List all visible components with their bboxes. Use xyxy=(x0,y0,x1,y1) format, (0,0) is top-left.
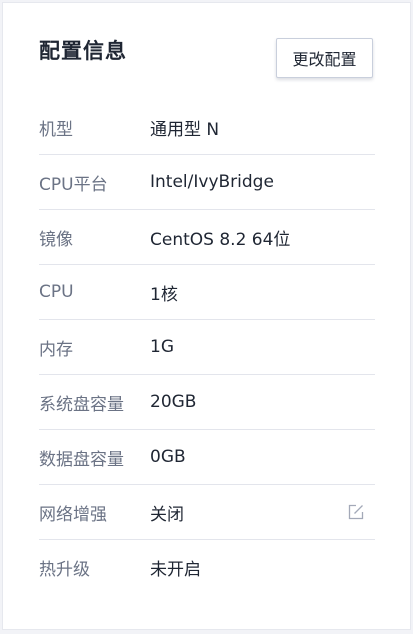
config-value: 1G xyxy=(150,337,174,357)
config-label: 热升级 xyxy=(39,560,90,580)
config-row-hot-upgrade: 热升级 未开启 xyxy=(39,540,375,595)
edit-icon[interactable] xyxy=(347,503,365,521)
config-value: 未开启 xyxy=(150,560,201,580)
config-label: CPU平台 xyxy=(39,174,108,195)
config-label: 数据盘容量 xyxy=(39,449,124,470)
config-value: 关闭 xyxy=(150,504,184,525)
config-row-network-enhance: 网络增强 关闭 xyxy=(39,485,375,540)
config-row-cpu: CPU 1核 xyxy=(39,265,375,320)
panel-title: 配置信息 xyxy=(39,39,127,63)
config-list: 机型 通用型 N CPU平台 Intel/IvyBridge 镜像 CentOS… xyxy=(39,100,375,595)
config-value: 0GB xyxy=(150,447,186,467)
config-value: 通用型 N xyxy=(150,119,220,140)
config-row-data-disk: 数据盘容量 0GB xyxy=(39,430,375,485)
config-value: 1核 xyxy=(150,284,178,305)
config-label: CPU xyxy=(39,282,74,302)
config-label: 内存 xyxy=(39,339,73,360)
config-row-model: 机型 通用型 N xyxy=(39,100,375,155)
config-row-cpu-platform: CPU平台 Intel/IvyBridge xyxy=(39,155,375,210)
config-value: Intel/IvyBridge xyxy=(150,172,274,192)
config-row-image: 镜像 CentOS 8.2 64位 xyxy=(39,210,375,265)
config-value: 20GB xyxy=(150,392,197,412)
change-config-button[interactable]: 更改配置 xyxy=(276,38,373,78)
config-row-system-disk: 系统盘容量 20GB xyxy=(39,375,375,430)
config-label: 网络增强 xyxy=(39,504,107,525)
config-row-memory: 内存 1G xyxy=(39,320,375,375)
config-info-card: 配置信息 更改配置 机型 通用型 N CPU平台 Intel/IvyBridge… xyxy=(2,2,411,630)
config-value: CentOS 8.2 64位 xyxy=(150,229,291,250)
config-label: 机型 xyxy=(39,119,73,140)
config-label: 镜像 xyxy=(39,229,73,250)
config-label: 系统盘容量 xyxy=(39,394,124,415)
